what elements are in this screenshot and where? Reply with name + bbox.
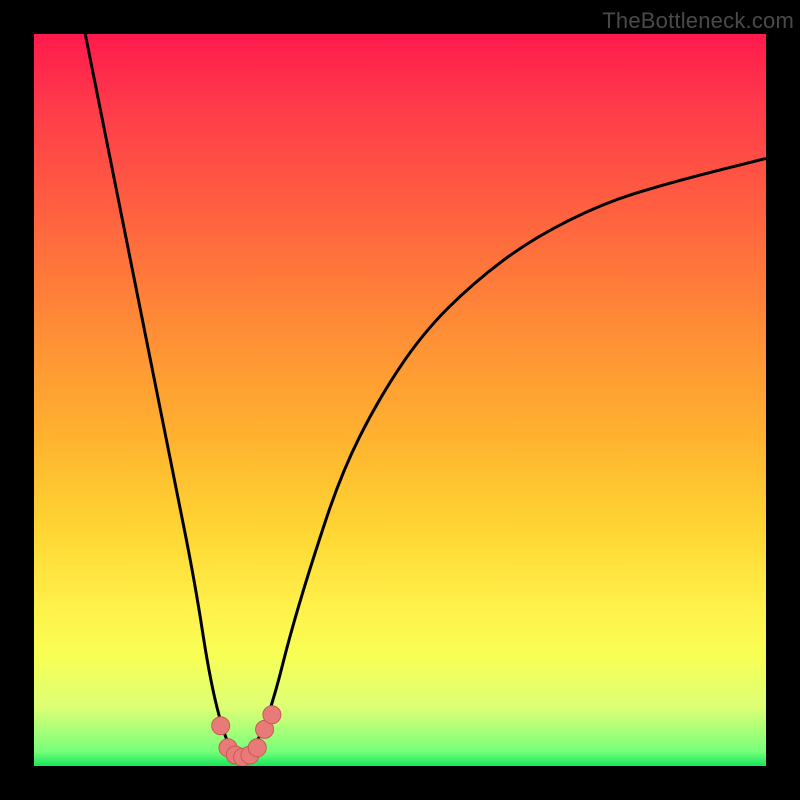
- plot-area: [34, 34, 766, 766]
- performance-gradient: [34, 34, 766, 766]
- attribution-text: TheBottleneck.com: [602, 8, 794, 34]
